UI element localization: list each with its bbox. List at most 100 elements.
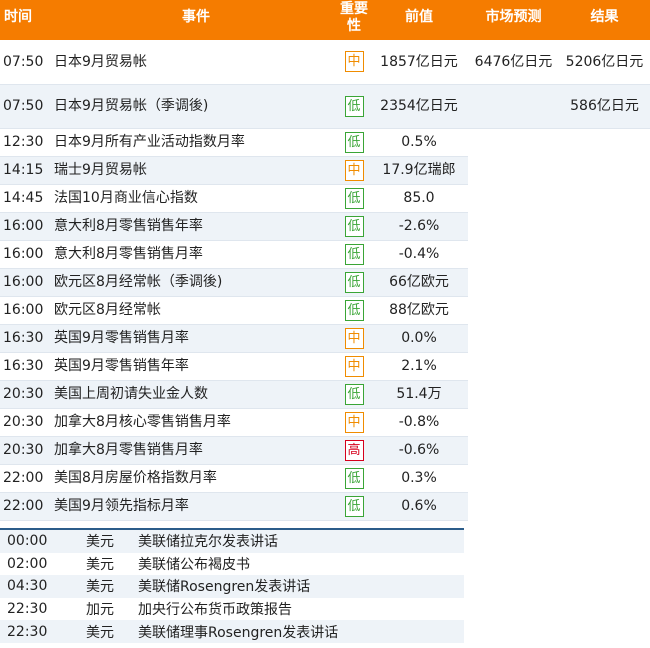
importance-badge: 中: [344, 327, 364, 349]
row-importance-cell: 低: [338, 296, 370, 325]
calendar-row: 16:30 英国9月零售销售年率中 2.1%: [0, 352, 650, 381]
header-row: 时间 事件 重要性 前值 市场预测 结果: [0, 0, 650, 40]
row-result: [559, 296, 650, 324]
calendar-row: 16:00 意大利8月零售销售月率低 -0.4%: [0, 240, 650, 269]
economic-calendar-table: 时间 事件 重要性 前值 市场预测 结果 07:50 日本9月贸易帐中 1857亿日…: [0, 0, 650, 521]
row-event: 法国10月商业信心指数: [54, 184, 338, 213]
row-forecast: [468, 128, 559, 156]
importance-badge: 低: [344, 243, 364, 265]
row-time: 16:00: [0, 268, 54, 297]
row-event: 瑞士9月贸易帐: [54, 156, 338, 185]
row-importance-cell: 低: [338, 240, 370, 269]
header-importance: 重要性: [338, 0, 370, 40]
row-result: [559, 212, 650, 240]
calendar-row: 16:00 欧元区8月经常帐低 88亿欧元: [0, 296, 650, 325]
row-event: 加拿大8月核心零售销售月率: [54, 408, 338, 437]
calendar-row: 07:50 日本9月贸易帐中 1857亿日元 6476亿日元 5206亿日元: [0, 40, 650, 85]
row-event: 英国9月零售销售年率: [54, 352, 338, 381]
event-row: 00:00 美元 美联储拉克尔发表讲话: [0, 530, 464, 553]
row-forecast: [468, 296, 559, 324]
calendar-row: 22:00 美国8月房屋价格指数月率低 0.3%: [0, 464, 650, 493]
row-time: 20:30: [0, 436, 54, 465]
row-time: 16:00: [0, 296, 54, 325]
row-event: 欧元区8月经常帐（季调後): [54, 268, 338, 297]
row-previous: -0.6%: [370, 436, 468, 465]
row-previous: 0.0%: [370, 324, 468, 353]
row-importance-cell: 高: [338, 436, 370, 465]
row-event: 美国8月房屋价格指数月率: [54, 464, 338, 493]
row-forecast: [468, 156, 559, 184]
row-result: [559, 268, 650, 296]
row-forecast: [468, 240, 559, 268]
importance-badge: 中: [344, 355, 364, 377]
row-event: 日本9月贸易帐（季调後): [54, 84, 338, 129]
row-time: 20:30: [0, 380, 54, 409]
event-row: 04:30 美元 美联储Rosengren发表讲话: [0, 575, 464, 598]
row-result: [559, 408, 650, 436]
calendar-row: 22:00 美国9月领先指标月率低 0.6%: [0, 492, 650, 521]
row-time: 16:00: [0, 212, 54, 241]
row-forecast: [468, 324, 559, 352]
event-description: 美联储拉克尔发表讲话: [138, 530, 464, 553]
row-forecast: [468, 352, 559, 380]
row-previous: 51.4万: [370, 380, 468, 409]
calendar-row: 14:45 法国10月商业信心指数低 85.0: [0, 184, 650, 213]
event-description: 美联储Rosengren发表讲话: [138, 575, 464, 598]
row-importance-cell: 低: [338, 464, 370, 493]
event-time: 22:30: [0, 597, 86, 621]
row-importance-cell: 中: [338, 40, 370, 85]
row-result: 586亿日元: [559, 84, 650, 129]
row-time: 16:30: [0, 324, 54, 353]
row-previous: -0.8%: [370, 408, 468, 437]
row-time: 07:50: [0, 40, 54, 85]
row-time: 20:30: [0, 408, 54, 437]
row-previous: 2.1%: [370, 352, 468, 381]
row-time: 16:00: [0, 240, 54, 269]
importance-badge: 低: [344, 187, 364, 209]
importance-badge: 中: [344, 51, 364, 73]
importance-badge: 低: [344, 95, 364, 117]
importance-badge: 低: [344, 215, 364, 237]
row-time: 12:30: [0, 128, 54, 157]
row-forecast: [468, 464, 559, 492]
row-event: 美国上周初请失业金人数: [54, 380, 338, 409]
row-time: 14:15: [0, 156, 54, 185]
event-row: 22:30 美元 美联储理事Rosengren发表讲话: [0, 620, 464, 643]
event-description: 美联储公布褐皮书: [138, 552, 464, 576]
row-importance-cell: 中: [338, 352, 370, 381]
row-forecast: [468, 436, 559, 464]
row-event: 意大利8月零售销售年率: [54, 212, 338, 241]
row-previous: 0.3%: [370, 464, 468, 493]
row-importance-cell: 中: [338, 156, 370, 185]
row-result: [559, 324, 650, 352]
row-previous: 0.5%: [370, 128, 468, 157]
importance-badge: 低: [344, 383, 364, 405]
calendar-row: 07:50 日本9月贸易帐（季调後) 低 2354亿日元 586亿日元: [0, 84, 650, 129]
row-forecast: [468, 380, 559, 408]
row-event: 加拿大8月零售销售月率: [54, 436, 338, 465]
row-importance-cell: 低: [338, 128, 370, 157]
event-time: 04:30: [0, 575, 86, 598]
row-time: 16:30: [0, 352, 54, 381]
row-previous: 0.6%: [370, 492, 468, 521]
calendar-row: 16:00 欧元区8月经常帐（季调後) 低 66亿欧元: [0, 268, 650, 297]
row-forecast: [468, 492, 559, 520]
importance-badge: 高: [344, 439, 364, 461]
row-result: [559, 380, 650, 408]
importance-badge: 低: [344, 271, 364, 293]
event-time: 22:30: [0, 620, 86, 643]
calendar-row: 20:30 加拿大8月核心零售销售月率中 -0.8%: [0, 408, 650, 437]
row-previous: -0.4%: [370, 240, 468, 269]
row-forecast: [468, 408, 559, 436]
row-event: 英国9月零售销售月率: [54, 324, 338, 353]
row-forecast: [468, 184, 559, 212]
row-forecast: [468, 212, 559, 240]
calendar-row: 20:30 加拿大8月零售销售月率高 -0.6%: [0, 436, 650, 465]
row-time: 22:00: [0, 464, 54, 493]
row-event: 日本9月所有产业活动指数月率: [54, 128, 338, 157]
row-importance-cell: 低: [338, 268, 370, 297]
row-previous: 17.9亿瑞郎: [370, 156, 468, 185]
header-result: 结果: [559, 0, 650, 40]
importance-badge: 低: [344, 299, 364, 321]
row-forecast: [468, 84, 559, 129]
